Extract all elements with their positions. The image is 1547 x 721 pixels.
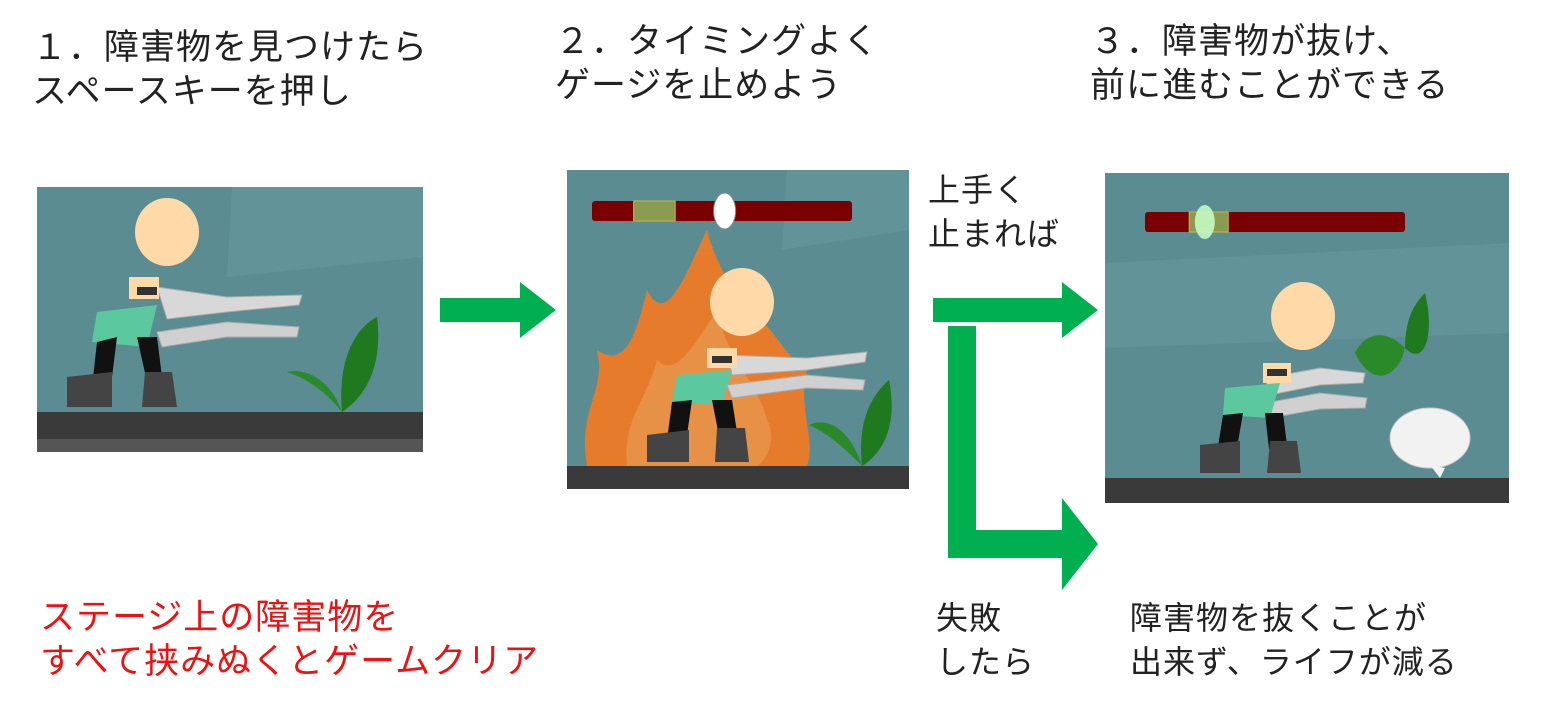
scene3-screenshot <box>1105 173 1509 503</box>
scene2-illustration <box>567 170 909 489</box>
fail-label: 失敗 したら <box>936 596 1035 684</box>
success-label-line1: 上手く <box>928 171 1028 209</box>
step2-title: ２．タイミングよく ゲージを止めよう <box>555 20 879 108</box>
gauge-target-zone <box>633 200 676 222</box>
step2-title-line1: ２．タイミングよく <box>555 22 880 62</box>
goal-line2: すべて挟みぬくとゲームクリア <box>40 642 540 682</box>
fail-label-line2: したら <box>936 643 1036 681</box>
step1-title-line2: スペースキーを押し <box>32 72 352 112</box>
goal-line1: ステージ上の障害物を <box>40 598 400 638</box>
step3-title-line1: ３．障害物が抜け、 <box>1090 22 1413 62</box>
success-label-line2: 止まれば <box>928 215 1061 253</box>
step1-title: １．障害物を見つけたら スペースキーを押し <box>32 26 428 114</box>
scene1-illustration <box>37 187 423 452</box>
gauge-marker <box>1194 205 1215 239</box>
scene3-illustration <box>1105 173 1509 503</box>
gauge-bar <box>1145 212 1405 232</box>
step3-title: ３．障害物が抜け、 前に進むことができる <box>1090 20 1449 108</box>
game-clear-condition: ステージ上の障害物を すべて挟みぬくとゲームクリア <box>40 596 539 684</box>
success-label: 上手く 止まれば <box>928 168 1060 256</box>
fail-result-line1: 障害物を抜くことが <box>1130 599 1428 637</box>
scene2-screenshot <box>567 170 909 489</box>
fail-arrow-stem <box>948 326 976 556</box>
fail-result-line2: 出来ず、ライフが減る <box>1130 643 1458 681</box>
fail-result-text: 障害物を抜くことが 出来ず、ライフが減る <box>1130 596 1458 684</box>
branch-arrows <box>933 282 1098 590</box>
step2-title-line2: ゲージを止めよう <box>555 66 843 106</box>
scene1-screenshot <box>37 187 423 452</box>
step3-title-line2: 前に進むことができる <box>1090 66 1450 106</box>
gauge-marker <box>713 192 737 230</box>
arrow-step1-to-step2 <box>440 282 556 338</box>
fail-label-line1: 失敗 <box>936 599 1003 637</box>
step1-title-line1: １．障害物を見つけたら <box>32 28 429 68</box>
